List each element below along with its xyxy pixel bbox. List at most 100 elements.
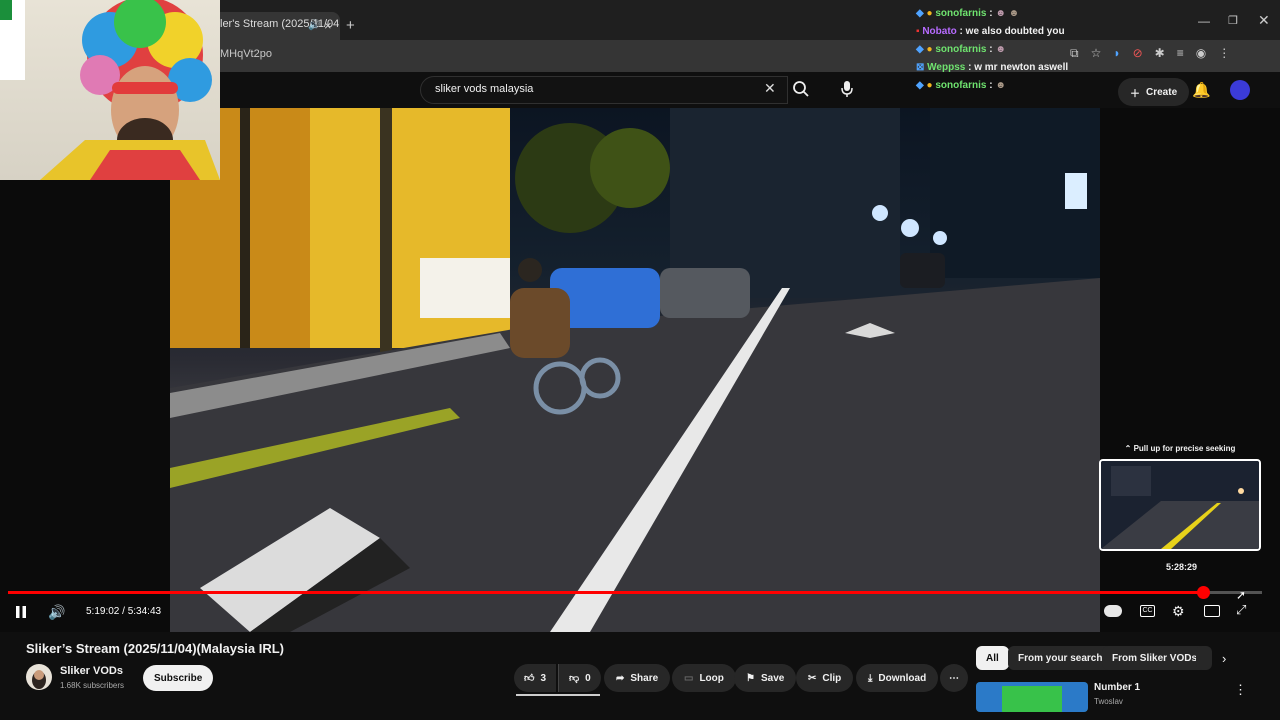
loop-button[interactable]: ▭ Loop <box>672 664 736 692</box>
chat-username: sonofarnis <box>935 44 987 55</box>
browser-toolbar: ⧉ ☆ ◗ ⊘ ✱ ≡ ◉ ⋮ <box>1070 46 1230 61</box>
share-button[interactable]: ➦ Share <box>604 664 671 692</box>
more-vertical-icon[interactable]: ⋮ <box>1234 682 1247 698</box>
notifications-bell-icon[interactable]: 🔔 <box>1192 81 1211 99</box>
seek-hint-text: Pull up for precise seeking <box>1133 444 1236 453</box>
recommended-thumbnail[interactable] <box>976 682 1088 712</box>
chevron-up-icon: ⌃ <box>1124 444 1132 453</box>
more-horizontal-icon: ⋯ <box>949 672 959 684</box>
settings-gear-icon[interactable]: ⚙ <box>1172 603 1185 620</box>
streamer-clown-image <box>0 0 220 180</box>
tab-title: ler's Stream (2025/11/04 <box>220 18 340 30</box>
progress-bar-fill <box>8 591 1203 594</box>
chat-message: ◆ ● sonofarnis : ☻ <box>916 44 1006 55</box>
share-label: Share <box>630 672 659 684</box>
account-avatar[interactable] <box>1230 80 1250 100</box>
channel-avatar-image <box>32 670 46 689</box>
video-title: Sliker’s Stream (2025/11/04)(Malaysia IR… <box>26 641 284 656</box>
subscribe-button[interactable]: Subscribe <box>143 665 214 691</box>
badge-icon: ▪ <box>916 26 920 37</box>
microphone-icon[interactable] <box>840 80 854 98</box>
create-label: Create <box>1146 86 1178 98</box>
download-button[interactable]: ⤓ Download <box>856 664 939 692</box>
minimize-icon[interactable]: — <box>1198 14 1210 28</box>
chat-text: we also doubted you <box>965 26 1065 37</box>
download-icon: ⤓ <box>868 672 873 684</box>
search-icon[interactable] <box>792 80 810 98</box>
clip-label: Clip <box>822 672 842 684</box>
volume-icon[interactable]: 🔊 <box>48 604 65 621</box>
chat-message: ◆ ● sonofarnis : ☻ <box>916 80 1006 91</box>
chip-from-search[interactable]: From your search <box>1008 646 1113 670</box>
scissors-icon: ✂ <box>808 672 817 684</box>
emote-icon: ☻ <box>995 44 1006 55</box>
chip-label: From Sliker VODs <box>1112 652 1198 664</box>
save-label: Save <box>760 672 785 684</box>
fullscreen-icon[interactable]: ⤢ <box>1236 602 1246 618</box>
maximize-icon[interactable]: ❐ <box>1228 14 1238 27</box>
chat-overlay: ◆ ● sonofarnis : ☻ ☻ ▪ Nobato : we also … <box>916 8 1068 98</box>
channel-avatar[interactable] <box>26 664 52 690</box>
new-tab-icon[interactable]: + <box>346 17 355 34</box>
url-text[interactable]: MHqVt2po <box>220 48 272 60</box>
autoplay-toggle[interactable] <box>1104 605 1122 617</box>
mouse-cursor-icon: ➚ <box>1236 588 1247 602</box>
video-frame[interactable] <box>170 108 1100 632</box>
media-icon[interactable]: ≡ <box>1177 46 1184 61</box>
search-value: sliker vods malaysia <box>435 83 534 95</box>
subscriber-count: 1.68K subscribers <box>60 681 125 690</box>
duration: 5:34:43 <box>127 606 162 617</box>
recommended-title[interactable]: Number 1 <box>1094 682 1140 693</box>
miniplayer-icon[interactable] <box>1204 605 1220 617</box>
menu-icon[interactable]: ⋮ <box>1218 46 1230 61</box>
share-icon: ➦ <box>616 672 625 684</box>
chat-username: sonofarnis <box>935 8 987 19</box>
preview-time: 5:28:29 <box>1166 562 1198 572</box>
streamer-webcam-image <box>0 0 220 180</box>
current-time: 5:19:02 <box>86 606 120 617</box>
plus-icon: ＋ <box>1130 88 1140 100</box>
recommended-channel: Twoslav <box>1094 697 1123 706</box>
clear-search-icon[interactable]: ✕ <box>764 80 776 97</box>
captions-icon[interactable]: CC <box>1140 605 1155 617</box>
like-button[interactable]: 👍︎ 3 <box>514 664 557 692</box>
time-separator: / <box>119 606 128 617</box>
clip-button[interactable]: ✂ Clip <box>796 664 854 692</box>
chip-all[interactable]: All <box>976 646 1009 670</box>
badge-icon: ◆ <box>916 8 924 19</box>
cast-icon[interactable]: ⧉ <box>1070 46 1079 61</box>
emote-icon: ☻ <box>995 80 1006 91</box>
sub-badge-icon: ● <box>926 80 933 91</box>
seek-preview-thumbnail <box>1099 459 1261 551</box>
scrubber-handle[interactable] <box>1197 586 1210 599</box>
profile-icon[interactable]: ◉ <box>1196 46 1206 61</box>
pause-icon[interactable] <box>14 605 28 619</box>
loop-icon: ▭ <box>684 672 694 684</box>
chevron-right-icon[interactable]: › <box>1222 651 1226 666</box>
chip-from-channel[interactable]: From Sliker VODs <box>1102 646 1208 670</box>
more-actions-button[interactable]: ⋯ <box>940 664 968 692</box>
chat-text: w mr newton aswell <box>974 62 1069 73</box>
chip-overflow[interactable] <box>1196 646 1212 670</box>
recommended-thumbnail-image <box>976 682 1088 712</box>
channel-name[interactable]: Sliker VODs <box>60 665 123 677</box>
thumbs-down-icon: 👎︎ <box>569 673 580 684</box>
badge-icon: ⊠ <box>916 62 925 73</box>
tab-close-icon[interactable]: × <box>324 18 332 33</box>
sub-badge-icon: ● <box>926 8 933 19</box>
bookmark-star-icon[interactable]: ☆ <box>1091 46 1102 61</box>
sub-badge-icon: ● <box>926 44 933 55</box>
emote-icon: ☻ <box>995 8 1006 19</box>
search-input[interactable]: sliker vods malaysia <box>420 76 788 104</box>
create-button[interactable]: ＋ Create <box>1118 78 1190 106</box>
like-count: 3 <box>540 672 547 684</box>
dislike-button[interactable]: 👎︎ 0 <box>558 664 601 692</box>
extension-icon-2[interactable]: ⊘ <box>1133 46 1143 61</box>
save-button[interactable]: ⚑ Save <box>734 664 797 692</box>
preview-scene-image <box>1101 461 1259 549</box>
browser-tab[interactable]: ler's Stream (2025/11/04 <box>210 12 340 40</box>
dislike-count: 0 <box>585 672 591 684</box>
extension-icon[interactable]: ◗ <box>1113 46 1120 61</box>
puzzle-icon[interactable]: ✱ <box>1155 46 1165 61</box>
window-close-icon[interactable]: ✕ <box>1258 12 1270 29</box>
